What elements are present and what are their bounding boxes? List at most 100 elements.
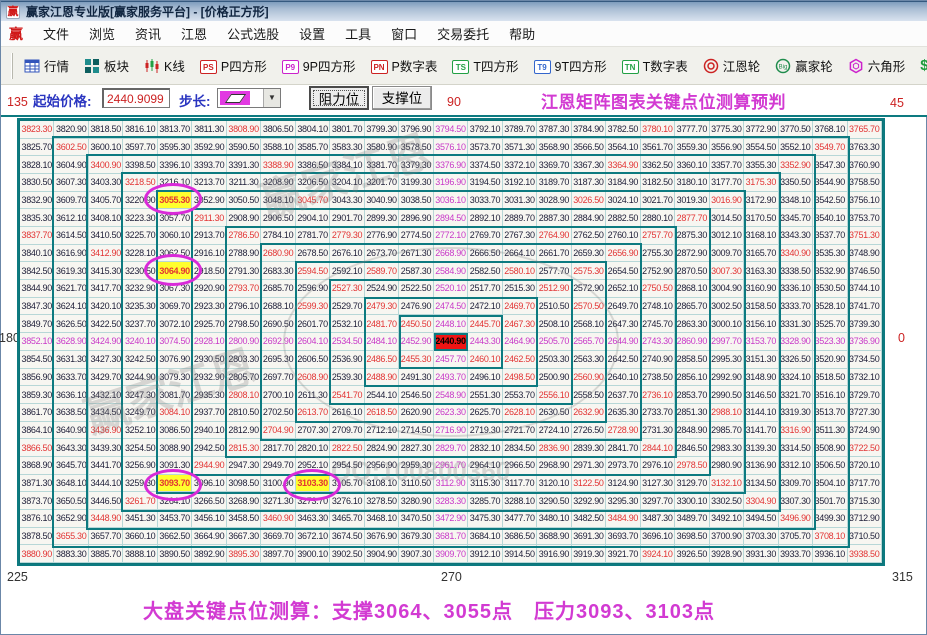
- grid-cell: 3254.50: [123, 439, 158, 457]
- support-button[interactable]: 支撑位: [372, 86, 432, 110]
- grid-cell: 3134.50: [744, 474, 779, 493]
- grid-cell: 3297.70: [640, 492, 676, 510]
- step-dropdown[interactable]: ▼: [217, 88, 281, 108]
- grid-cell: 2750.50: [640, 280, 676, 298]
- grid-cell: 3139.30: [744, 439, 779, 457]
- grid-cell: 2702.50: [261, 403, 296, 422]
- grid-cell: 2500.90: [537, 368, 572, 387]
- grid-cell: 3518.50: [813, 368, 848, 387]
- menu-item-7[interactable]: 窗口: [381, 21, 427, 46]
- toolbar-button-赢家轮[interactable]: Big 赢家轮: [772, 54, 836, 77]
- grid-cell: 2472.10: [468, 297, 503, 316]
- grid-cell: 2685.70: [261, 280, 296, 298]
- grid-cell: 3408.10: [88, 209, 124, 228]
- toolbar-button-行情[interactable]: 行情: [21, 54, 72, 77]
- grid-cell: 3852.10: [20, 333, 55, 351]
- toolbar-label: 9T四方形: [554, 60, 607, 74]
- menu-item-3[interactable]: 江恩: [171, 21, 217, 46]
- start-price-input[interactable]: [102, 88, 170, 108]
- grid-cell: 3876.10: [20, 509, 55, 528]
- toolbar-button-T四方形[interactable]: TS T四方形: [449, 54, 521, 77]
- grid-cell: 3302.50: [709, 492, 745, 510]
- grid-cell: 3208.90: [261, 174, 296, 192]
- grid-cell: 3312.10: [778, 456, 814, 475]
- grid-cell: 3424.90: [88, 333, 124, 351]
- toolbar-button-板块[interactable]: 板块: [81, 54, 132, 77]
- grid-cell: 3211.30: [226, 174, 262, 192]
- toolbar-button-赢家服务[interactable]: $赢家服务: [917, 54, 927, 77]
- grid-cell: 3864.10: [20, 421, 55, 440]
- grid-cell: 2505.70: [537, 333, 572, 351]
- grid-cell: 3859.30: [20, 386, 55, 404]
- grid-cell: 3511.30: [813, 421, 848, 440]
- grid-cell: 3115.30: [468, 474, 503, 493]
- grid-cell: 2587.30: [399, 262, 434, 281]
- toolbar-button-T数字表[interactable]: TN T数字表: [619, 54, 691, 77]
- menu-item-6[interactable]: 工具: [335, 21, 381, 46]
- grid-cell: 2642.50: [606, 350, 641, 369]
- grid-cell: 2601.70: [295, 315, 331, 334]
- menu-item-0[interactable]: 文件: [33, 21, 79, 46]
- grid-cell: 3756.10: [847, 191, 882, 210]
- grid-cell: 3067.30: [157, 280, 193, 298]
- toolbar-button-六角形[interactable]: 六角形: [845, 54, 909, 77]
- menu-item-2[interactable]: 资讯: [125, 21, 171, 46]
- grid-cell: 3784.90: [571, 121, 607, 139]
- menu-logo-icon: 赢: [9, 25, 23, 42]
- grid-cell: 2546.50: [399, 386, 434, 404]
- grid-cell: 2786.50: [226, 227, 262, 245]
- grid-cell: 2913.70: [192, 227, 227, 245]
- grid-cell: 3184.90: [606, 174, 641, 192]
- step-style-swatch-icon: [220, 91, 250, 105]
- toolbar-button-江恩轮[interactable]: 江恩轮: [700, 54, 764, 77]
- resistance-button[interactable]: 阻力位: [309, 86, 369, 110]
- grid-cell: 2577.70: [537, 262, 572, 281]
- grid-cell: 2808.10: [226, 386, 262, 404]
- menu-item-9[interactable]: 帮助: [499, 21, 545, 46]
- grid-cell: 2534.50: [330, 333, 365, 351]
- grid-cell: 3189.70: [537, 174, 572, 192]
- grid-cell: 3362.50: [640, 156, 676, 175]
- toolbar-button-K线[interactable]: K线: [141, 54, 188, 77]
- grid-cell: 3249.70: [123, 403, 158, 422]
- toolbar-grip[interactable]: [11, 52, 13, 79]
- grid-cell: 3938.50: [847, 545, 882, 563]
- grid-cell: 3492.10: [709, 509, 745, 528]
- grid-cell: 3763.30: [847, 138, 882, 157]
- grid-cell: 3537.70: [813, 227, 848, 245]
- grid-cell: 2623.30: [433, 403, 469, 422]
- grid-cell: 3600.10: [88, 138, 124, 157]
- grid-cell: 3194.50: [468, 174, 503, 192]
- grid-cell: 2971.30: [571, 456, 607, 475]
- toolbar-button-9T四方形[interactable]: T9 9T四方形: [531, 54, 610, 77]
- toolbar-button-P数字表[interactable]: PN P数字表: [368, 54, 441, 77]
- grid-cell: 2666.50: [468, 244, 503, 263]
- grid-cell: 2536.90: [330, 350, 365, 369]
- blocks-icon: [84, 58, 100, 74]
- menu-item-8[interactable]: 交易委托: [427, 21, 499, 46]
- toolbar-button-P四方形[interactable]: PS P四方形: [197, 54, 270, 77]
- grid-cell: 3868.90: [20, 456, 55, 475]
- menu-item-4[interactable]: 公式选股: [217, 21, 289, 46]
- grid-cell: 2630.50: [537, 403, 572, 422]
- menu-item-1[interactable]: 浏览: [79, 21, 125, 46]
- grid-cell: 3808.90: [226, 121, 262, 139]
- grid-cell: 2644.90: [606, 333, 641, 351]
- grid-cell: 3662.50: [157, 527, 193, 546]
- angle-label-225: 225: [7, 570, 28, 584]
- chevron-down-icon[interactable]: ▼: [263, 89, 280, 107]
- grid-cell: 2695.30: [261, 350, 296, 369]
- menu-item-5[interactable]: 设置: [289, 21, 335, 46]
- angle-label-270: 270: [441, 570, 462, 584]
- grid-cell: 3484.90: [606, 509, 641, 528]
- grid-cell: 2606.50: [295, 350, 331, 369]
- grid-cell: 3715.30: [847, 492, 882, 510]
- grid-cell: 2868.10: [675, 280, 710, 298]
- grid-cell: 3021.70: [640, 191, 676, 210]
- grid-cell: 3432.10: [88, 386, 124, 404]
- grid-cell: 2882.50: [606, 209, 641, 228]
- toolbar-button-9P四方形[interactable]: P9 9P四方形: [279, 54, 359, 77]
- grid-cell: 3151.30: [744, 350, 779, 369]
- grid-cell: 3463.30: [295, 509, 331, 528]
- grid-cell: 2973.70: [606, 456, 641, 475]
